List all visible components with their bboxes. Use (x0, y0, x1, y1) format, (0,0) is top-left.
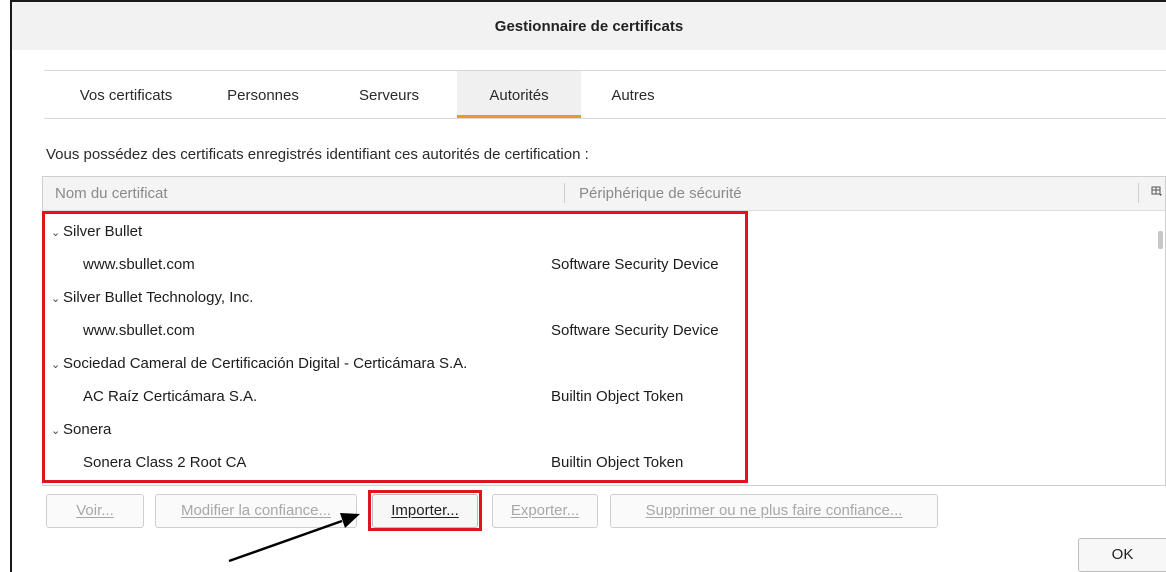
annotation-arrow-icon (228, 513, 360, 563)
